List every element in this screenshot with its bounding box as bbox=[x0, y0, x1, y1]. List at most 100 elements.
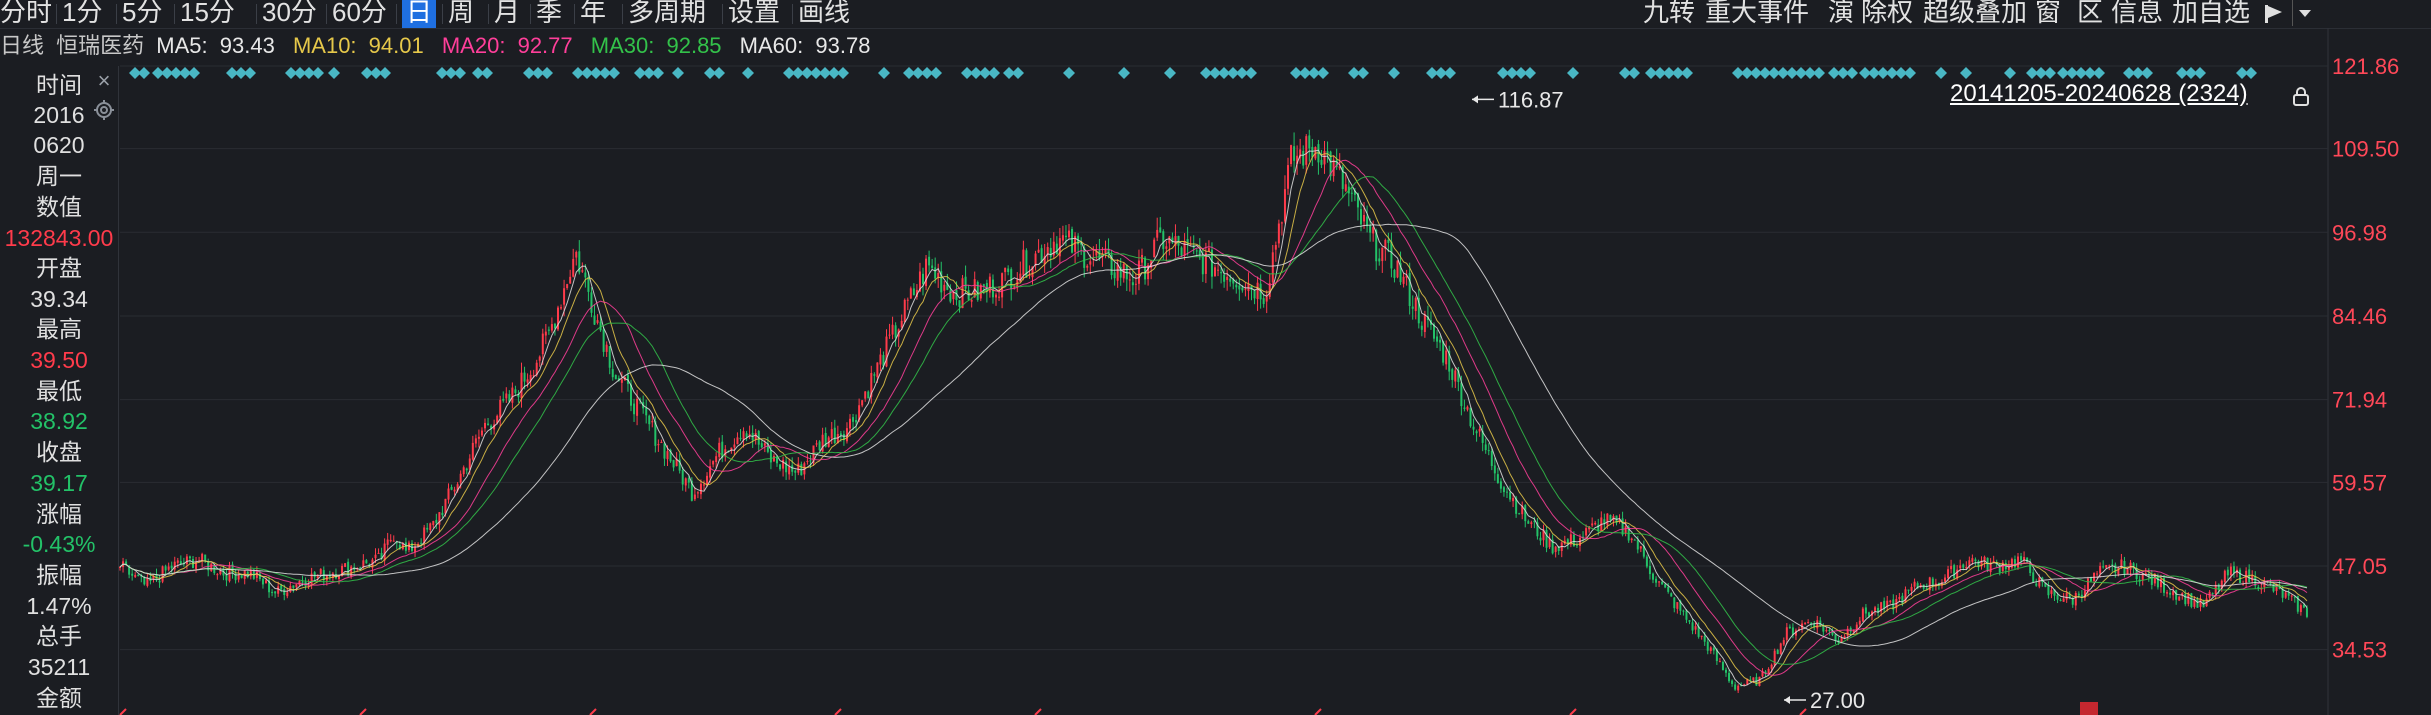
candle-body bbox=[1472, 426, 1475, 430]
period-1[interactable]: 1分 bbox=[62, 0, 102, 28]
candle-body bbox=[1712, 647, 1715, 651]
candle-body bbox=[675, 458, 678, 467]
candle-body bbox=[2032, 572, 2035, 583]
candle-body bbox=[386, 539, 389, 545]
tool-4[interactable]: 超级叠加 bbox=[1923, 0, 2027, 28]
candle-body bbox=[1049, 247, 1052, 257]
candle-body bbox=[724, 449, 727, 457]
period-12[interactable]: 设置 bbox=[728, 0, 780, 28]
period-11[interactable]: 多周期 bbox=[628, 0, 706, 28]
event-marker bbox=[1567, 67, 1579, 79]
toolbar-separator bbox=[622, 4, 623, 24]
tool-3[interactable]: 除权 bbox=[1861, 0, 1913, 28]
period-9[interactable]: 季 bbox=[536, 0, 562, 28]
candle-body bbox=[1095, 250, 1098, 256]
candle-body bbox=[1788, 626, 1791, 629]
candle-body bbox=[493, 424, 496, 430]
bottom-marker bbox=[589, 708, 597, 715]
candle-body bbox=[1889, 600, 1892, 602]
candle-body bbox=[2013, 559, 2016, 568]
candle-body bbox=[411, 543, 413, 551]
tool-8[interactable]: 加自选 bbox=[2172, 0, 2250, 28]
candle-body bbox=[1150, 260, 1153, 268]
candle-body bbox=[2208, 591, 2211, 598]
period-5[interactable]: 60分 bbox=[332, 0, 387, 28]
period-2[interactable]: 5分 bbox=[122, 0, 162, 28]
period-6[interactable]: 日 bbox=[402, 0, 437, 28]
candle-body bbox=[1043, 256, 1046, 265]
candle-body bbox=[1749, 679, 1752, 681]
period-13[interactable]: 画线 bbox=[798, 0, 850, 28]
candle-body bbox=[1475, 431, 1478, 434]
lock-icon[interactable] bbox=[2292, 86, 2310, 106]
candle-body bbox=[435, 519, 438, 524]
period-8[interactable]: 月 bbox=[494, 0, 520, 28]
candle-body bbox=[1186, 239, 1189, 245]
tool-0[interactable]: 九转 bbox=[1643, 0, 1695, 28]
bottom-marker bbox=[119, 708, 127, 715]
event-marker bbox=[226, 67, 238, 79]
candle-body bbox=[496, 415, 499, 423]
tool-2[interactable]: 演 bbox=[1828, 0, 1854, 28]
close-icon[interactable]: × bbox=[92, 70, 116, 92]
candle-body bbox=[1861, 608, 1864, 622]
event-marker bbox=[1768, 67, 1780, 79]
tool-5[interactable]: 窗 bbox=[2035, 0, 2061, 28]
event-marker bbox=[652, 67, 664, 79]
candle-body bbox=[1980, 560, 1983, 567]
candle-body bbox=[2138, 579, 2141, 582]
candle-body bbox=[1995, 562, 1998, 565]
candle-body bbox=[940, 271, 943, 293]
event-marker bbox=[235, 67, 247, 79]
event-marker bbox=[1209, 67, 1221, 79]
candle-body bbox=[1609, 514, 1612, 521]
event-marker bbox=[930, 67, 942, 79]
candle-body bbox=[1058, 238, 1061, 257]
candle-body bbox=[1907, 589, 1910, 591]
candle-body bbox=[1396, 260, 1399, 278]
candle-body bbox=[569, 276, 572, 284]
event-marker bbox=[532, 67, 544, 79]
candle-body bbox=[2144, 573, 2147, 575]
candle-body bbox=[745, 433, 748, 438]
candle-body bbox=[2126, 568, 2129, 575]
period-4[interactable]: 30分 bbox=[262, 0, 317, 28]
candle-body bbox=[1113, 272, 1116, 279]
gear-icon[interactable] bbox=[92, 98, 116, 122]
event-marker bbox=[801, 67, 813, 79]
period-0[interactable]: 分时 bbox=[0, 0, 52, 28]
candle-body bbox=[2007, 566, 2010, 570]
event-marker bbox=[1935, 67, 1947, 79]
period-7[interactable]: 周 bbox=[448, 0, 474, 28]
ma-legend: 日线 恒瑞医药 MA5: 93.43 MA10: 94.01 MA20: 92.… bbox=[0, 30, 882, 62]
tool-1[interactable]: 重大事件 bbox=[1705, 0, 1809, 28]
candle-body bbox=[842, 434, 845, 440]
candle-body bbox=[134, 574, 137, 578]
candle-body bbox=[1055, 243, 1058, 255]
flag-icon[interactable] bbox=[2262, 2, 2286, 26]
candle-body bbox=[1703, 636, 1706, 642]
range-label[interactable]: 20141205-20240628 (2324) bbox=[1950, 80, 2248, 108]
candle-body bbox=[210, 563, 213, 571]
tool-6[interactable]: 区 bbox=[2077, 0, 2103, 28]
period-10[interactable]: 年 bbox=[580, 0, 606, 28]
candle-body bbox=[1338, 166, 1341, 169]
event-marker bbox=[1877, 67, 1889, 79]
candle-body bbox=[791, 465, 794, 472]
event-marker bbox=[2057, 67, 2069, 79]
candle-body bbox=[1153, 239, 1156, 258]
tool-7[interactable]: 信息 bbox=[2111, 0, 2163, 28]
candle-body bbox=[480, 430, 483, 436]
candle-body bbox=[228, 565, 231, 582]
toolbar-separator bbox=[574, 4, 575, 24]
candle-body bbox=[341, 565, 344, 577]
candle-body bbox=[1259, 283, 1262, 300]
candle-body bbox=[1755, 677, 1758, 686]
candle-body bbox=[338, 576, 340, 579]
candle-body bbox=[2156, 576, 2159, 588]
candle-body bbox=[2163, 578, 2165, 593]
period-3[interactable]: 15分 bbox=[180, 0, 235, 28]
candle-body bbox=[1883, 600, 1886, 609]
dropdown-arrow-icon[interactable] bbox=[2292, 0, 2317, 26]
candle-body bbox=[2086, 578, 2089, 592]
